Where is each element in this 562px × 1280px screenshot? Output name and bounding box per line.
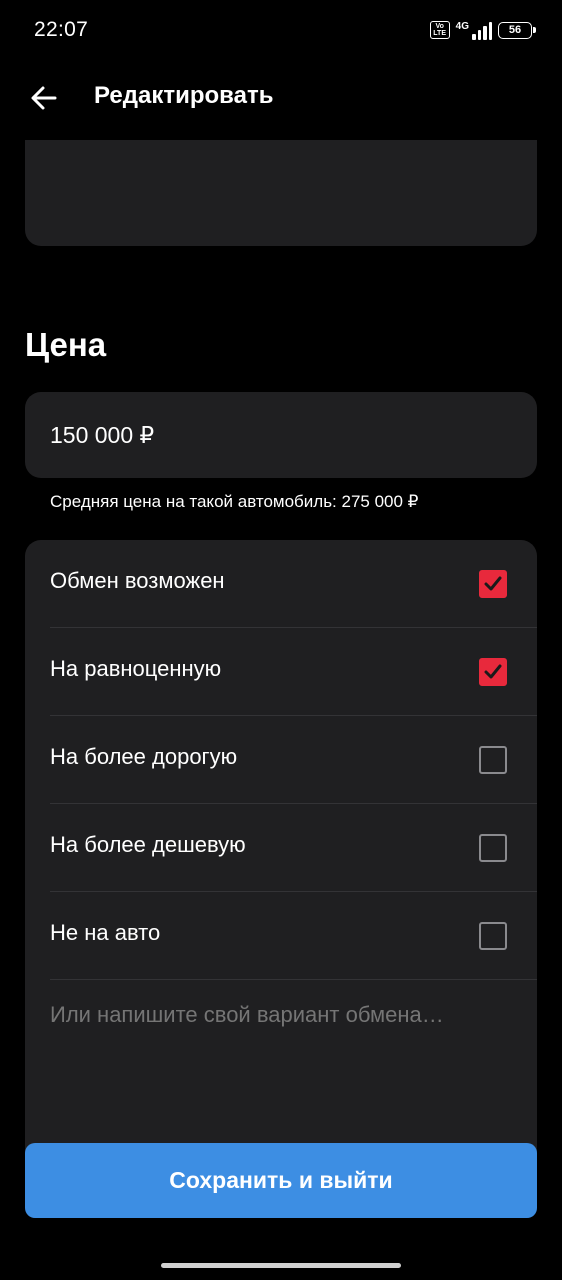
- exchange-option-label: Обмен возможен: [50, 568, 225, 593]
- status-bar: 22:07 Vo LTE 4G 56: [0, 0, 562, 62]
- signal-icon: 4G: [456, 20, 492, 40]
- exchange-option-label: Не на авто: [50, 920, 161, 945]
- checkmark-icon: [484, 664, 502, 679]
- exchange-option-label: На более дорогую: [50, 744, 238, 769]
- volte-icon: Vo LTE: [429, 21, 450, 39]
- page-title: Редактировать: [94, 82, 274, 109]
- divider: [50, 979, 537, 980]
- status-time: 22:07: [34, 18, 89, 41]
- exchange-option-more-expensive[interactable]: На более дорогую: [25, 716, 537, 804]
- checkmark-icon: [484, 576, 502, 591]
- save-and-exit-button[interactable]: Сохранить и выйти: [25, 1143, 537, 1218]
- battery-level: 56: [508, 24, 522, 36]
- screen: 22:07 Vo LTE 4G 56 Редактировать Цена 15…: [0, 0, 562, 1280]
- arrow-left-icon: [31, 86, 57, 110]
- exchange-option-possible[interactable]: Обмен возможен: [25, 540, 537, 628]
- average-price-note: Средняя цена на такой автомобиль: 275 00…: [50, 492, 419, 511]
- checkbox-checked[interactable]: [479, 658, 507, 686]
- app-bar: Редактировать: [0, 62, 562, 134]
- exchange-options-card: Обмен возможен На равноценную На более д…: [25, 540, 537, 1190]
- checkbox-unchecked[interactable]: [479, 834, 507, 862]
- previous-section-card: [25, 140, 537, 246]
- exchange-option-label: На более дешевую: [50, 832, 246, 857]
- checkbox-unchecked[interactable]: [479, 746, 507, 774]
- home-indicator[interactable]: [161, 1263, 401, 1268]
- network-type-label: 4G: [455, 21, 469, 32]
- exchange-option-equal[interactable]: На равноценную: [25, 628, 537, 716]
- back-button[interactable]: [24, 78, 64, 118]
- status-icons: Vo LTE 4G 56: [429, 18, 536, 42]
- checkbox-unchecked[interactable]: [479, 922, 507, 950]
- exchange-option-not-car[interactable]: Не на авто: [25, 892, 537, 980]
- checkbox-checked[interactable]: [479, 570, 507, 598]
- battery-icon: 56: [498, 21, 536, 39]
- custom-exchange-input[interactable]: [50, 1002, 512, 1028]
- exchange-option-label: На равноценную: [50, 656, 222, 681]
- exchange-option-cheaper[interactable]: На более дешевую: [25, 804, 537, 892]
- price-section-title: Цена: [25, 326, 107, 363]
- price-value: 150 000 ₽: [50, 422, 155, 448]
- price-input-field[interactable]: 150 000 ₽: [25, 392, 537, 478]
